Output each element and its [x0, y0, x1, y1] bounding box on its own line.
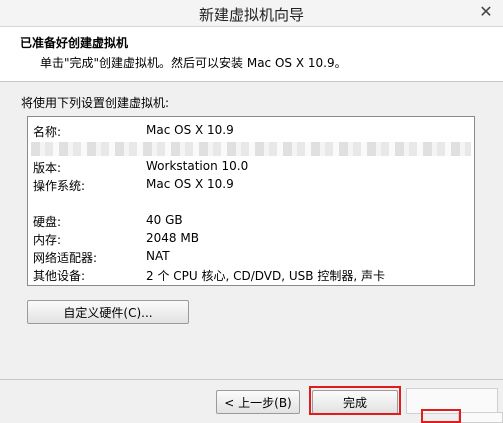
summary-value: Mac OS X 10.9 — [146, 123, 234, 137]
header-panel: 已准备好创建虚拟机 单击"完成"创建虚拟机。然后可以安装 Mac OS X 10… — [0, 27, 503, 82]
summary-key: 硬盘: — [33, 215, 62, 229]
summary-key: 名称: — [33, 125, 62, 139]
summary-row-name: 名称: Mac OS X 10.9 — [28, 122, 474, 140]
summary-value: 40 GB — [146, 213, 183, 227]
cancel-highlight — [421, 409, 461, 423]
close-icon[interactable]: ✕ — [471, 0, 501, 22]
summary-value: 2 个 CPU 核心, CD/DVD, USB 控制器, 声卡 — [146, 269, 385, 283]
summary-list: 名称: Mac OS X 10.9 版本: Workstation 10.0 操… — [27, 116, 475, 286]
thumbnail-overlay-small — [458, 412, 503, 423]
summary-key: 操作系统: — [33, 179, 86, 193]
summary-row-devices: 其他设备: 2 个 CPU 核心, CD/DVD, USB 控制器, 声卡 — [28, 266, 474, 284]
summary-row-os: 操作系统: Mac OS X 10.9 — [28, 176, 474, 194]
header-title: 已准备好创建虚拟机 — [20, 36, 129, 50]
summary-row-version: 版本: Workstation 10.0 — [28, 158, 474, 176]
summary-key: 网络适配器: — [33, 251, 98, 265]
back-button[interactable]: < 上一步(B) — [216, 390, 300, 414]
finish-highlight — [309, 386, 401, 415]
redacted-blur — [31, 142, 471, 156]
summary-row-redacted — [28, 140, 474, 158]
customize-hardware-button[interactable]: 自定义硬件(C)... — [27, 300, 189, 324]
summary-value: Workstation 10.0 — [146, 159, 249, 173]
header-subtitle: 单击"完成"创建虚拟机。然后可以安装 Mac OS X 10.9。 — [40, 56, 347, 70]
summary-value: Mac OS X 10.9 — [146, 177, 234, 191]
summary-row-memory: 内存: 2048 MB — [28, 230, 474, 248]
summary-key: 内存: — [33, 233, 62, 247]
title-bar: 新建虚拟机向导 ✕ — [0, 0, 503, 27]
summary-value: NAT — [146, 249, 170, 263]
window-title: 新建虚拟机向导 — [198, 6, 304, 24]
summary-key: 版本: — [33, 161, 62, 175]
summary-row-disk: 硬盘: 40 GB — [28, 212, 474, 230]
summary-label: 将使用下列设置创建虚拟机: — [21, 96, 170, 110]
summary-value: 2048 MB — [146, 231, 199, 245]
summary-key: 其他设备: — [33, 269, 86, 283]
summary-row-network: 网络适配器: NAT — [28, 248, 474, 266]
